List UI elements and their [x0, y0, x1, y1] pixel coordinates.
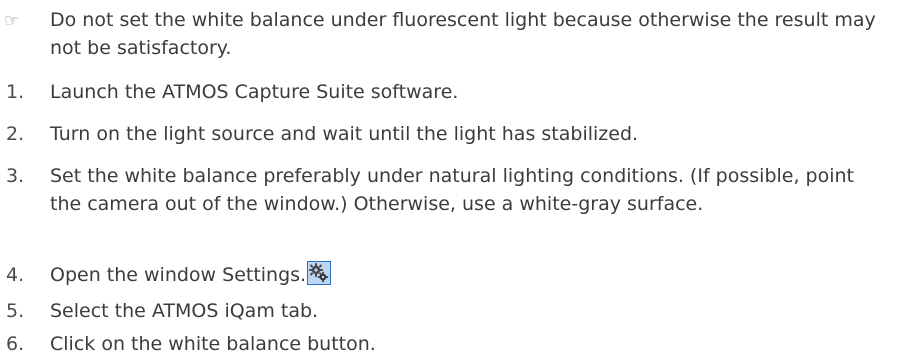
step-number: 4.: [6, 264, 25, 286]
instruction-document: ☞ Do not set the white balance under flu…: [0, 0, 900, 358]
step-number: 1.: [6, 81, 25, 103]
step-text: Click on the white balance button.: [50, 333, 376, 355]
step-number: 3.: [6, 165, 25, 187]
step-number: 2.: [6, 123, 25, 145]
step-text: Select the ATMOS iQam tab.: [50, 300, 319, 322]
pointing-hand-icon: ☞: [4, 11, 20, 31]
step-text: Set the white balance preferably under n…: [50, 165, 855, 215]
step-number: 5.: [6, 300, 25, 322]
step-text: Launch the ATMOS Capture Suite software.: [50, 81, 459, 103]
settings-gears-icon[interactable]: [307, 261, 332, 285]
step-text-with-icon: Open the window Settings.: [50, 261, 888, 289]
hint-text: Do not set the white balance under fluor…: [50, 9, 876, 59]
step-text: Turn on the light source and wait until …: [50, 123, 639, 145]
step-number: 6.: [6, 333, 25, 355]
step-text: Open the window Settings.: [50, 264, 307, 286]
